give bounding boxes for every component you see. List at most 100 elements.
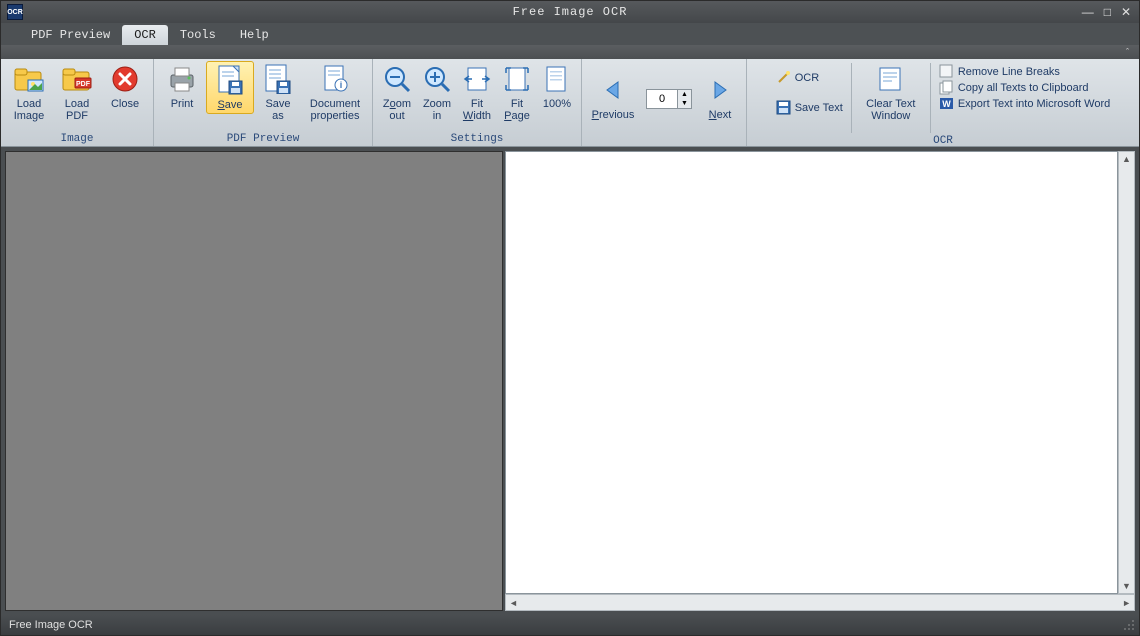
doc-properties-button[interactable]: i Documentproperties [302,61,368,124]
copy-icon [939,80,954,95]
vertical-scrollbar[interactable]: ▲ ▼ [1118,151,1135,594]
load-pdf-button[interactable]: PDF LoadPDF [53,61,101,124]
scroll-right-button[interactable]: ► [1119,598,1134,608]
status-text: Free Image OCR [9,619,93,631]
print-button[interactable]: Print [158,61,206,112]
group-image: LoadImage PDF LoadPDF Close Image [1,59,154,146]
fit-width-button[interactable]: FitWidth [457,61,497,124]
doc-100-icon [541,63,573,95]
clear-text-button[interactable]: Clear TextWindow [856,61,926,124]
load-image-label: LoadImage [14,98,45,122]
page-spinner-buttons: ▲ ▼ [677,90,691,108]
ocr-mini-column: OCR Save Text [772,67,847,118]
remove-line-breaks-button[interactable]: Remove Line Breaks [939,64,1110,79]
app-icon: OCR [7,4,23,20]
scroll-down-button[interactable]: ▼ [1122,579,1131,593]
ocr-button[interactable]: OCR [776,70,843,85]
fit-width-label: FitWidth [463,98,491,122]
status-bar: Free Image OCR [1,615,1139,635]
svg-text:i: i [340,80,343,90]
zoom-100-button[interactable]: 100% [537,61,577,112]
scroll-up-button[interactable]: ▲ [1122,152,1131,166]
svg-text:W: W [942,99,951,109]
export-word-button[interactable]: W Export Text into Microsoft Word [939,96,1110,111]
scroll-left-button[interactable]: ◄ [506,598,521,608]
fit-page-label: FitPage [504,98,530,122]
checkbox-icon [939,64,954,79]
wand-icon [776,70,791,85]
doc-props-icon: i [319,63,351,95]
save-text-button[interactable]: Save Text [776,100,843,115]
fit-page-button[interactable]: FitPage [497,61,537,124]
page-up-button[interactable]: ▲ [678,90,691,99]
print-label: Print [171,98,194,110]
group-settings-label: Settings [451,133,504,146]
zoom-out-icon [381,63,413,95]
maximize-button[interactable]: □ [1104,6,1111,18]
group-ocr: OCR Save Text Clear TextWindow [747,59,1139,146]
previous-button[interactable]: Previous [586,72,640,123]
tab-pdf-preview[interactable]: PDF Preview [19,25,122,45]
zoom-out-button[interactable]: Zoomout [377,61,417,124]
close-label: Close [111,98,139,110]
svg-text:PDF: PDF [76,81,91,88]
ribbon-tabs: PDF Preview OCR Tools Help [1,23,1139,45]
group-navigation-label [661,133,668,146]
text-pane[interactable] [505,151,1118,594]
folder-image-icon [13,63,45,95]
ribbon-collapse-button[interactable]: ˆ [1126,47,1129,57]
copy-all-label: Copy all Texts to Clipboard [958,82,1089,94]
group-settings: Zoomout Zoomin FitWidth [373,59,582,146]
save-as-icon [262,63,294,95]
next-button[interactable]: Next [698,72,742,123]
group-pdf-preview: Print Save Saveas i [154,59,373,146]
tab-tools[interactable]: Tools [168,25,228,45]
tab-ocr[interactable]: OCR [122,25,168,45]
resize-grip[interactable] [1121,617,1137,633]
page-down-button[interactable]: ▼ [678,99,691,108]
page-number-input[interactable] [647,90,677,108]
group-navigation: Previous ▲ ▼ Next [582,59,747,146]
page-spinner: ▲ ▼ [646,89,692,109]
fit-page-icon [501,63,533,95]
close-red-icon [109,63,141,95]
load-image-button[interactable]: LoadImage [5,61,53,124]
nav-prev-icon [597,74,629,106]
minimize-button[interactable]: — [1082,6,1094,18]
close-button[interactable]: Close [101,61,149,112]
group-pdf-preview-label: PDF Preview [227,133,300,146]
zoom-in-icon [421,63,453,95]
title-bar: OCR Free Image OCR — □ ✕ [1,1,1139,23]
app-window: OCR Free Image OCR — □ ✕ PDF Preview OCR… [0,0,1140,636]
clear-text-label: Clear TextWindow [866,98,915,122]
ribbon-collapse-row: ˆ [1,45,1139,59]
next-label: Next [709,109,732,121]
save-as-label: Saveas [265,98,290,122]
export-mini-column: Remove Line Breaks Copy all Texts to Cli… [935,61,1114,114]
close-window-button[interactable]: ✕ [1121,6,1131,18]
horizontal-scrollbar[interactable]: ◄ ► [505,594,1135,611]
preview-pane [5,151,503,611]
text-pane-wrap: ▲ ▼ ◄ ► [505,151,1135,611]
group-image-label: Image [60,133,93,146]
word-icon: W [939,96,954,111]
ribbon: LoadImage PDF LoadPDF Close Image [1,59,1139,147]
save-label: Save [217,99,242,111]
doc-properties-label: Documentproperties [310,98,360,122]
zoom-in-button[interactable]: Zoomin [417,61,457,124]
zoom-in-label: Zoomin [423,98,451,122]
nav-next-icon [704,74,736,106]
load-pdf-label: LoadPDF [65,98,89,122]
tab-help[interactable]: Help [228,25,281,45]
save-doc-icon [214,64,246,96]
save-text-label: Save Text [795,102,843,114]
copy-all-button[interactable]: Copy all Texts to Clipboard [939,80,1110,95]
ocr-label: OCR [795,72,819,84]
workspace: ▲ ▼ ◄ ► [1,147,1139,615]
printer-icon [166,63,198,95]
save-button[interactable]: Save [206,61,254,114]
export-word-label: Export Text into Microsoft Word [958,98,1110,110]
save-as-button[interactable]: Saveas [254,61,302,124]
remove-line-breaks-label: Remove Line Breaks [958,66,1060,78]
fit-width-icon [461,63,493,95]
